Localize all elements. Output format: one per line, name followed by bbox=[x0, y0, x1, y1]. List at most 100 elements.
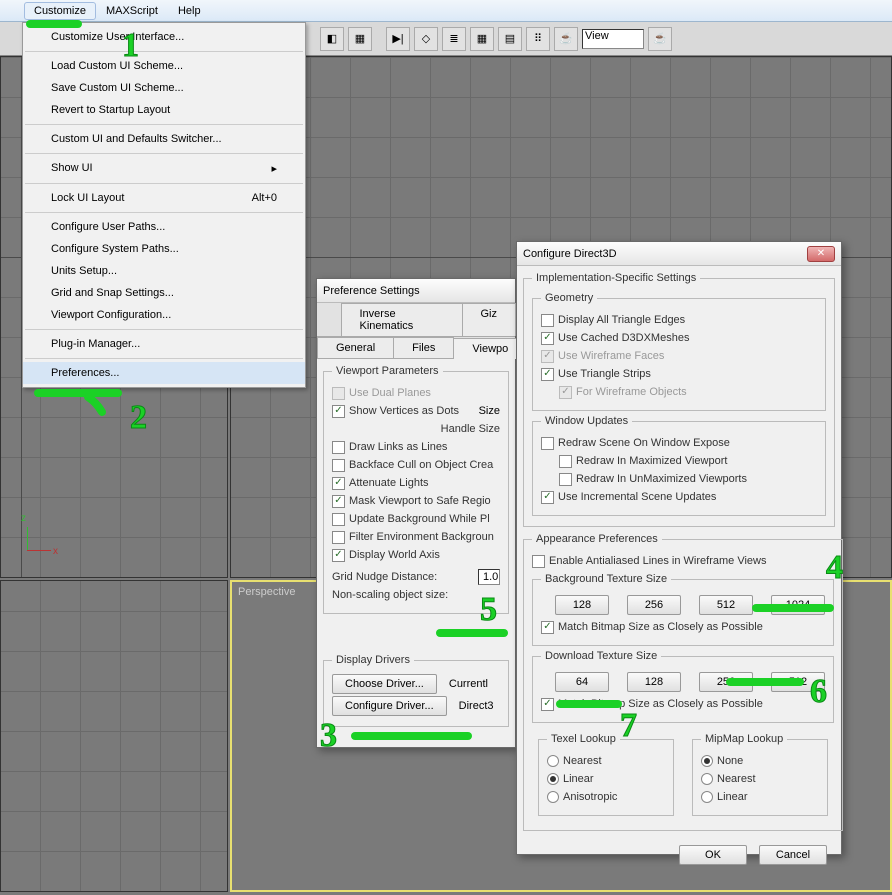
win-legend: Window Updates bbox=[541, 415, 632, 427]
toolbar-btn-grid1[interactable]: ▦ bbox=[470, 27, 494, 51]
chk-draw-links[interactable] bbox=[332, 441, 345, 454]
chk-triangle-edges[interactable] bbox=[541, 314, 554, 327]
bg-512-button[interactable]: 512 bbox=[699, 595, 753, 615]
configure-d3d-dialog: Configure Direct3D✕ Implementation-Speci… bbox=[516, 241, 842, 855]
impl-settings-group: Implementation-Specific Settings Geometr… bbox=[523, 272, 835, 527]
dd-plugin-mgr[interactable]: Plug-in Manager... bbox=[23, 333, 305, 355]
toolbar-btn-play[interactable]: ▶| bbox=[386, 27, 410, 51]
chk-update-bg[interactable] bbox=[332, 513, 345, 526]
radio-texel-nearest[interactable] bbox=[547, 755, 559, 767]
dd-revert-layout[interactable]: Revert to Startup Layout bbox=[23, 99, 305, 121]
pref-titlebar[interactable]: Preference Settings bbox=[317, 279, 515, 303]
chk-bg-match[interactable]: ✓ bbox=[541, 621, 554, 634]
tab-giz[interactable]: Giz bbox=[462, 303, 517, 336]
window-updates-group: Window Updates Redraw Scene On Window Ex… bbox=[532, 415, 826, 516]
toolbar-btn-1[interactable]: ◧ bbox=[320, 27, 344, 51]
menu-customize[interactable]: Customize bbox=[24, 2, 96, 20]
dd-load-scheme[interactable]: Load Custom UI Scheme... bbox=[23, 55, 305, 77]
dl-64-button[interactable]: 64 bbox=[555, 672, 609, 692]
mipmap-lookup-group: MipMap Lookup None Nearest Linear bbox=[692, 733, 828, 816]
viewport-grid bbox=[1, 581, 227, 891]
toolbar-btn-2[interactable]: ▦ bbox=[348, 27, 372, 51]
chk-world-axis[interactable]: ✓ bbox=[332, 549, 345, 562]
chk-incremental[interactable]: ✓ bbox=[541, 491, 554, 504]
toolbar-btn-eraser[interactable]: ◇ bbox=[414, 27, 438, 51]
vp-params-legend: Viewport Parameters bbox=[332, 365, 443, 377]
dd-defaults-switcher[interactable]: Custom UI and Defaults Switcher... bbox=[23, 128, 305, 150]
chk-dl-match[interactable]: ✓ bbox=[541, 698, 554, 711]
radio-texel-linear[interactable] bbox=[547, 773, 559, 785]
dl-512-button[interactable]: 512 bbox=[771, 672, 825, 692]
chk-redraw-unmax[interactable] bbox=[559, 473, 572, 486]
ok-button[interactable]: OK bbox=[679, 845, 747, 865]
toolbar-btn-teapot1[interactable]: ☕ bbox=[554, 27, 578, 51]
radio-mip-nearest[interactable] bbox=[701, 773, 713, 785]
tab-general[interactable]: General bbox=[317, 337, 394, 358]
pref-tabs-row2: General Files Viewpo bbox=[317, 337, 515, 359]
texel-lookup-group: Texel Lookup Nearest Linear Anisotropic bbox=[538, 733, 674, 816]
dd-user-paths[interactable]: Configure User Paths... bbox=[23, 216, 305, 238]
chk-attenuate-lights[interactable]: ✓ bbox=[332, 477, 345, 490]
chk-redraw-expose[interactable] bbox=[541, 437, 554, 450]
toolbar-view-select[interactable]: View bbox=[582, 29, 644, 49]
radio-mip-none[interactable] bbox=[701, 755, 713, 767]
mip-legend: MipMap Lookup bbox=[701, 733, 787, 745]
viewport-label: Perspective bbox=[238, 586, 295, 598]
bg-128-button[interactable]: 128 bbox=[555, 595, 609, 615]
dd-grid-snap[interactable]: Grid and Snap Settings... bbox=[23, 282, 305, 304]
dd-system-paths[interactable]: Configure System Paths... bbox=[23, 238, 305, 260]
dd-viewport-config[interactable]: Viewport Configuration... bbox=[23, 304, 305, 326]
viewport-bottom-left[interactable] bbox=[0, 580, 228, 892]
grid-nudge-input[interactable]: 1.0 bbox=[478, 569, 500, 585]
chk-dual-planes bbox=[332, 387, 345, 400]
bg-256-button[interactable]: 256 bbox=[627, 595, 681, 615]
submenu-arrow-icon: ▸ bbox=[271, 162, 277, 175]
toolbar-btn-grid2[interactable]: ▤ bbox=[498, 27, 522, 51]
radio-texel-aniso[interactable] bbox=[547, 791, 559, 803]
chk-triangle-strips[interactable]: ✓ bbox=[541, 368, 554, 381]
menubar: Customize MAXScript Help bbox=[0, 0, 892, 22]
dl-128-button[interactable]: 128 bbox=[627, 672, 681, 692]
menu-maxscript[interactable]: MAXScript bbox=[96, 2, 168, 20]
geom-legend: Geometry bbox=[541, 292, 597, 304]
display-drivers-group: Display Drivers Choose Driver...Currentl… bbox=[323, 654, 509, 727]
toolbar-btn-dots[interactable]: ⠿ bbox=[526, 27, 550, 51]
geometry-group: Geometry Display All Triangle Edges ✓Use… bbox=[532, 292, 826, 411]
bg-legend: Background Texture Size bbox=[541, 573, 671, 585]
impl-legend: Implementation-Specific Settings bbox=[532, 272, 700, 284]
cancel-button[interactable]: Cancel bbox=[759, 845, 827, 865]
d3d-titlebar[interactable]: Configure Direct3D✕ bbox=[517, 242, 841, 266]
chk-show-vertices[interactable]: ✓ bbox=[332, 405, 345, 418]
chk-cached-meshes[interactable]: ✓ bbox=[541, 332, 554, 345]
bg-texture-group: Background Texture Size 128 256 512 1024… bbox=[532, 573, 834, 646]
dd-customize-ui[interactable]: Customize User Interface... bbox=[23, 26, 305, 48]
dd-lock-ui[interactable]: Lock UI LayoutAlt+0 bbox=[23, 187, 305, 209]
chk-mask-viewport[interactable]: ✓ bbox=[332, 495, 345, 508]
chk-wireframe-faces: ✓ bbox=[541, 350, 554, 363]
appear-legend: Appearance Preferences bbox=[532, 533, 662, 545]
tab-ik[interactable]: Inverse Kinematics bbox=[341, 303, 463, 336]
chk-filter-env[interactable] bbox=[332, 531, 345, 544]
close-icon[interactable]: ✕ bbox=[807, 246, 835, 262]
radio-mip-linear[interactable] bbox=[701, 791, 713, 803]
dd-save-scheme[interactable]: Save Custom UI Scheme... bbox=[23, 77, 305, 99]
menu-help[interactable]: Help bbox=[168, 2, 211, 20]
dd-show-ui[interactable]: Show UI▸ bbox=[23, 157, 305, 180]
dl-256-button[interactable]: 256 bbox=[699, 672, 753, 692]
preference-settings-dialog: Preference Settings Inverse Kinematics G… bbox=[316, 278, 516, 748]
toolbar-btn-teapot2[interactable]: ☕ bbox=[648, 27, 672, 51]
choose-driver-button[interactable]: Choose Driver... bbox=[332, 674, 437, 694]
tab-files[interactable]: Files bbox=[393, 337, 454, 358]
axis-gizmo: xz bbox=[21, 517, 61, 557]
dd-preferences[interactable]: Preferences... bbox=[23, 362, 305, 384]
toolbar-btn-layers[interactable]: ≣ bbox=[442, 27, 466, 51]
bg-1024-button[interactable]: 1024 bbox=[771, 595, 825, 615]
viewport-parameters-group: Viewport Parameters Use Dual Planes ✓Sho… bbox=[323, 365, 509, 614]
dd-units[interactable]: Units Setup... bbox=[23, 260, 305, 282]
chk-antialias[interactable] bbox=[532, 555, 545, 568]
configure-driver-button[interactable]: Configure Driver... bbox=[332, 696, 447, 716]
drivers-legend: Display Drivers bbox=[332, 654, 414, 666]
dl-texture-group: Download Texture Size 64 128 256 512 ✓Ma… bbox=[532, 650, 834, 723]
chk-backface-cull[interactable] bbox=[332, 459, 345, 472]
chk-redraw-max[interactable] bbox=[559, 455, 572, 468]
